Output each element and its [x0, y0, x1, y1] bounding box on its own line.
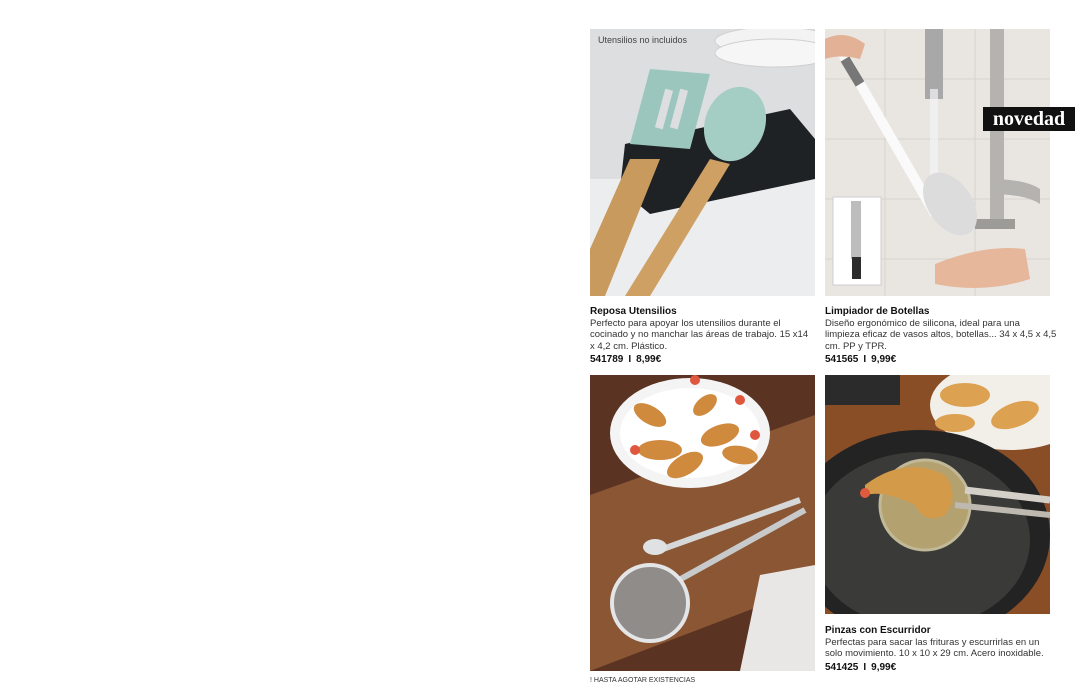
- product-price: 9,99€: [871, 354, 897, 365]
- product-description: Perfecto para apoyar los utensilios dura…: [590, 317, 809, 352]
- product-caption-utensil-rest: Reposa Utensilios Perfecto para apoyar l…: [590, 306, 815, 366]
- price-separator: I: [863, 661, 867, 673]
- product-price: 9,99€: [871, 661, 897, 673]
- product-code: 541425: [825, 661, 859, 673]
- product-title: Reposa Utensilios: [590, 306, 677, 317]
- product-code: 541565: [825, 354, 859, 365]
- price-separator: I: [628, 354, 632, 365]
- shrimp-tongs-photo: [590, 375, 815, 671]
- product-price: 8,99€: [636, 354, 662, 365]
- novedad-badge: novedad: [983, 107, 1075, 131]
- product-price-line: 541789 I 8,99€: [590, 354, 815, 366]
- product-price-line: 541425 I 9,99€: [825, 662, 1050, 674]
- bottle-cleaner-photo: [825, 29, 1050, 296]
- product-code: 541789: [590, 354, 624, 365]
- price-separator: I: [863, 354, 867, 365]
- product-title: Limpiador de Botellas: [825, 306, 930, 317]
- product-caption-tongs: Pinzas con Escurridor Perfectas para sac…: [825, 625, 1050, 673]
- frying-tongs-photo: [825, 375, 1050, 614]
- product-description: Diseño ergonómico de silicona, ideal par…: [825, 317, 1057, 352]
- product-title: Pinzas con Escurridor: [825, 625, 931, 636]
- product-caption-bottle-cleaner: Limpiador de Botellas Diseño ergonómico …: [825, 306, 1057, 366]
- stock-footnote: ! HASTA AGOTAR EXISTENCIAS: [590, 677, 696, 684]
- utensil-rest-photo: [590, 29, 815, 296]
- product-price-line: 541565 I 9,99€: [825, 354, 1057, 366]
- utensils-not-included-note: Utensilios no incluidos: [598, 35, 688, 45]
- product-description: Perfectas para sacar las frituras y escu…: [825, 636, 1044, 660]
